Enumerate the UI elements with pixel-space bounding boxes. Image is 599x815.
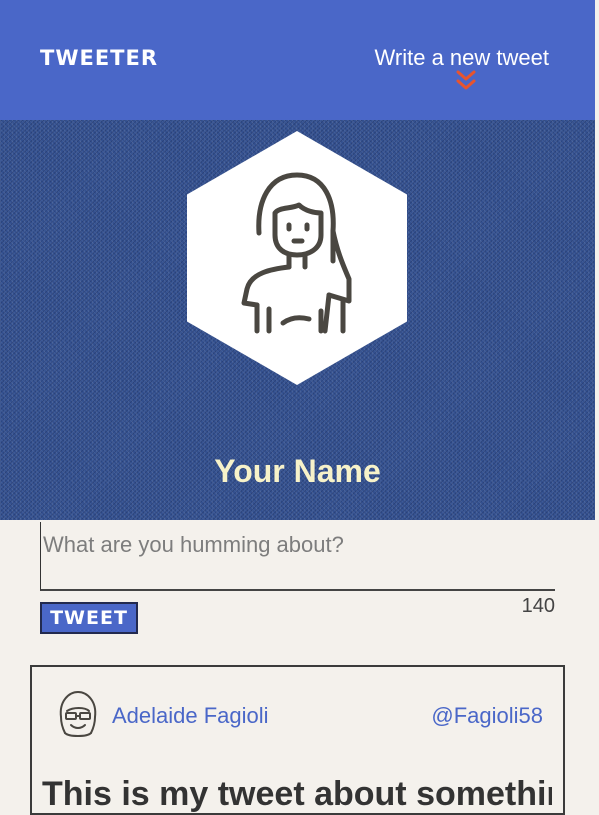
profile-avatar	[187, 131, 407, 385]
tweet-button[interactable]: TWEET	[40, 602, 138, 634]
tweet-author-name[interactable]: Adelaide Fagioli	[112, 703, 269, 729]
profile-name: Your Name	[214, 453, 381, 489]
tweet-author-handle[interactable]: @Fagioli58	[431, 703, 543, 729]
tweet-input[interactable]	[40, 522, 555, 591]
tweet-card: Adelaide Fagioli @Fagioli58 This is my t…	[30, 665, 565, 815]
tweet-text: This is my tweet about something	[42, 775, 552, 813]
girl-with-glasses-avatar-icon	[59, 691, 97, 737]
brand-logo[interactable]: TWEETER	[40, 44, 158, 72]
tweet-composer: TWEET 140	[40, 522, 555, 634]
top-nav: TWEETER Write a new tweet	[0, 0, 595, 120]
profile-hero: Your Name	[0, 120, 595, 520]
double-chevron-down-icon[interactable]	[454, 70, 478, 92]
char-counter: 140	[521, 595, 555, 617]
write-new-tweet-link[interactable]: Write a new tweet	[375, 44, 549, 72]
